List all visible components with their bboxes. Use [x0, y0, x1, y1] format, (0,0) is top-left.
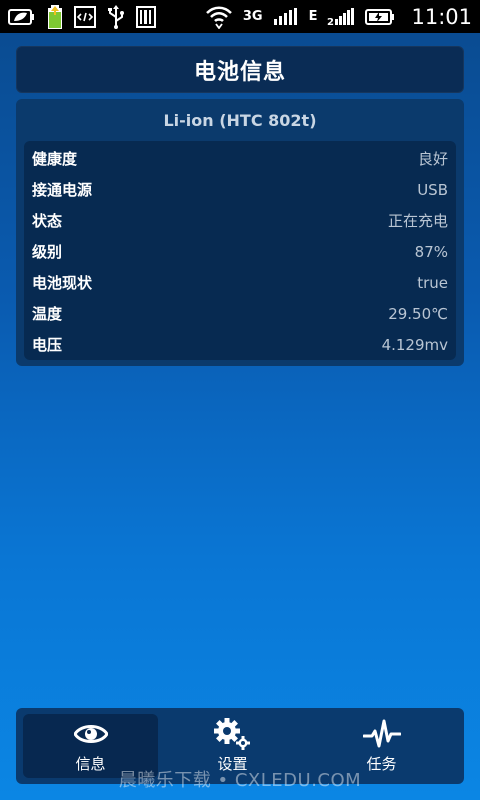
list-item: 接通电源 USB: [24, 174, 456, 205]
signal-strength-2-icon: 2: [327, 7, 355, 27]
row-value: 87%: [414, 242, 448, 261]
code-icon: [74, 5, 96, 28]
row-label: 健康度: [32, 150, 78, 168]
pulse-icon: [362, 719, 401, 749]
page-header: 电池信息: [16, 46, 464, 93]
svg-text:2: 2: [327, 17, 334, 27]
clock: 11:01: [411, 4, 472, 29]
watermark: 晨曦乐下载 • CXLEDU.COM: [118, 770, 362, 791]
battery-charging-icon: [46, 4, 64, 30]
network-type-label: 3G: [242, 9, 263, 24]
row-value: 29.50℃: [388, 304, 448, 323]
row-label: 级别: [32, 243, 63, 261]
wifi-icon: [205, 5, 233, 29]
gear-icon: [213, 717, 253, 750]
list-item: 温度 29.50℃: [24, 298, 456, 329]
row-value: true: [417, 273, 448, 292]
barcode-icon: [136, 5, 156, 28]
row-value: USB: [417, 180, 448, 199]
row-value: 良好: [417, 150, 448, 168]
row-label: 温度: [32, 305, 63, 323]
list-item: 健康度 良好: [24, 143, 456, 174]
list-item: 电压 4.129mv: [24, 329, 456, 360]
battery-model-label: Li-ion (HTC 802t): [163, 111, 317, 130]
usb-icon: [106, 4, 126, 29]
status-bar: 3G E 2 11:01: [0, 0, 480, 33]
row-label: 状态: [32, 212, 63, 230]
data-type-label: E: [308, 9, 318, 24]
eye-icon: [73, 719, 108, 749]
battery-icon: [365, 8, 395, 26]
list-item: 级别 87%: [24, 236, 456, 267]
status-bar-right: 3G E 2 11:01: [205, 5, 472, 29]
row-value: 正在充电: [387, 212, 448, 230]
signal-strength-icon: [273, 7, 299, 27]
row-label: 电池现状: [32, 274, 93, 292]
list-item: 电池现状 true: [24, 267, 456, 298]
battery-info-list: 健康度 良好 接通电源 USB 状态 正在充电 级别 87% 电池现状 true…: [24, 141, 456, 360]
row-label: 接通电源: [32, 181, 93, 199]
status-bar-left: [8, 4, 156, 30]
row-value: 4.129mv: [381, 335, 448, 354]
list-item: 状态 正在充电: [24, 205, 456, 236]
page-title: 电池信息: [193, 59, 286, 85]
leaf-battery-icon: [8, 7, 36, 27]
row-label: 电压: [32, 336, 63, 354]
